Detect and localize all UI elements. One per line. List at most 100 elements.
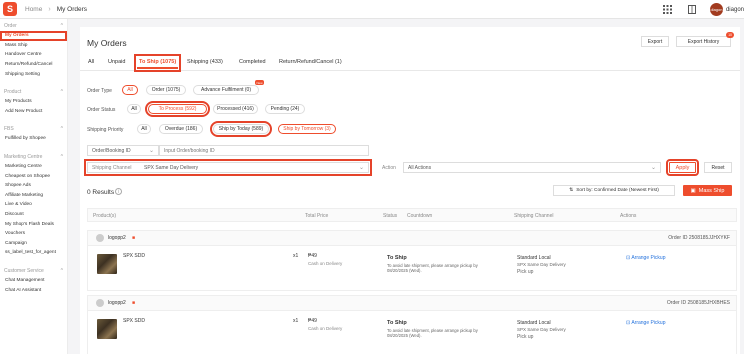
channel-name: Standard Local bbox=[517, 255, 551, 261]
user-avatar[interactable]: diagon bbox=[709, 3, 723, 16]
sidebar-item-cheapest-on-shopee[interactable]: Cheapest on Shopee bbox=[0, 171, 67, 181]
sidebar-item-my-orders[interactable]: My Orders bbox=[0, 31, 67, 41]
sidebar-item-flash-deals[interactable]: My Shop's Flash Deals bbox=[0, 219, 67, 229]
product-thumbnail[interactable] bbox=[97, 319, 117, 339]
order-card: logopp2 ■ Order ID 2508185JHXBHES SPX SD… bbox=[87, 295, 737, 354]
shipping-priority-overdue[interactable]: Overdue (186) bbox=[159, 124, 203, 134]
apps-grid-icon[interactable] bbox=[662, 4, 674, 16]
sidebar-section-title: Customer Service bbox=[4, 267, 44, 274]
product-quantity: x1 bbox=[293, 318, 299, 324]
shopee-logo-icon[interactable]: S bbox=[3, 2, 17, 16]
sidebar-item-campaign[interactable]: Campaign bbox=[0, 239, 67, 249]
sidebar-item-return-refund-cancel[interactable]: Return/Refund/Cancel bbox=[0, 60, 67, 70]
new-badge: New bbox=[254, 80, 264, 85]
tab-to-ship[interactable]: To Ship (1075) bbox=[133, 54, 182, 72]
sidebar-section-product[interactable]: Product ^ bbox=[0, 85, 67, 97]
order-card-header: logopp2 ■ Order ID 2508185JHXBHES bbox=[88, 296, 736, 311]
payment-method: Cash on Delivery bbox=[308, 326, 343, 331]
apply-button[interactable]: Apply bbox=[666, 159, 699, 176]
search-type-select[interactable]: Order/Booking ID ⌄ bbox=[87, 145, 159, 156]
book-icon[interactable] bbox=[686, 4, 698, 16]
tab-unpaid[interactable]: Unpaid bbox=[106, 57, 127, 67]
chevron-up-icon: ^ bbox=[60, 153, 63, 160]
sidebar: Order ^ My Orders Mass Ship Handover Cent… bbox=[0, 19, 68, 354]
order-status-pending[interactable]: Pending (24) bbox=[265, 104, 305, 114]
sidebar-item-add-new-product[interactable]: Add New Product bbox=[0, 107, 67, 117]
arrange-pickup-link[interactable]: ⊡ Arrange Pickup bbox=[626, 320, 666, 326]
sidebar-item-shipping-setting[interactable]: Shipping Setting bbox=[0, 69, 67, 79]
channel-method: Pick up bbox=[517, 269, 534, 275]
reset-button[interactable]: Reset bbox=[704, 162, 732, 173]
sidebar-item-vouchers[interactable]: Vouchers bbox=[0, 229, 67, 239]
tab-return-refund-cancel[interactable]: Return/Refund/Cancel (1) bbox=[277, 57, 344, 67]
shipping-channel-label: Shipping Channel bbox=[92, 164, 132, 171]
sidebar-item-marketing-centre[interactable]: Marketing Centre bbox=[0, 162, 67, 172]
tab-shipping[interactable]: Shipping (433) bbox=[185, 57, 225, 67]
tab-all[interactable]: All bbox=[86, 57, 96, 67]
sidebar-item-chat-ai-assistant[interactable]: Chat AI Assistant bbox=[0, 285, 67, 295]
order-card: logopp2 ■ Order ID 2508185JJHXYKF SPX SD… bbox=[87, 230, 737, 291]
shipping-priority-ship-by-today[interactable]: Ship by Today (589) bbox=[210, 121, 272, 137]
sort-button[interactable]: ⇅ Sort by: Confirmed Date (Newest First) bbox=[553, 185, 675, 196]
sidebar-section-title: FBS bbox=[4, 126, 14, 133]
buyer-name[interactable]: logopp2 bbox=[108, 235, 126, 241]
order-status-to-process[interactable]: To Process (592) bbox=[145, 101, 210, 117]
buyer-name[interactable]: logopp2 bbox=[108, 300, 126, 306]
sidebar-section-fbs[interactable]: FBS ^ bbox=[0, 122, 67, 134]
product-name[interactable]: SPX SDD bbox=[123, 253, 145, 259]
shipping-channel-select[interactable]: Shipping Channel SPX Same Day Delivery ⌄ bbox=[84, 159, 372, 176]
user-name[interactable]: diagon bbox=[726, 7, 744, 13]
order-id-search-input[interactable] bbox=[159, 145, 369, 156]
sidebar-item-handover-centre[interactable]: Handover Centre bbox=[0, 50, 67, 60]
mass-ship-button[interactable]: ▣ Mass Ship bbox=[683, 185, 732, 196]
status-note: To avoid late shipment, please arrange p… bbox=[387, 328, 478, 338]
order-type-order[interactable]: Order (1075) bbox=[146, 85, 186, 95]
sidebar-item-discount[interactable]: Discount bbox=[0, 210, 67, 220]
info-icon[interactable]: i bbox=[115, 188, 122, 195]
sidebar-section-customer-service[interactable]: Customer Service ^ bbox=[0, 264, 67, 276]
order-type-advance-fulfilment[interactable]: Advance Fulfilment (0) New bbox=[193, 80, 264, 95]
export-history-badge: 10 bbox=[726, 32, 734, 38]
sidebar-item-my-products[interactable]: My Products bbox=[0, 97, 67, 107]
sidebar-item-shopee-ads[interactable]: Shopee Ads bbox=[0, 181, 67, 191]
breadcrumb-current: My Orders bbox=[56, 5, 88, 13]
sidebar-section-marketing[interactable]: Marketing Centre ^ bbox=[0, 150, 67, 162]
arrange-pickup-link[interactable]: ⊡ Arrange Pickup bbox=[626, 255, 666, 261]
order-status-label: Order Status bbox=[87, 107, 116, 113]
chevron-down-icon: ⌄ bbox=[650, 165, 656, 171]
product-thumbnail[interactable] bbox=[97, 254, 117, 274]
column-header-products: Product(s) bbox=[93, 213, 117, 219]
column-header-total-price: Total Price bbox=[305, 213, 329, 219]
sidebar-section-order[interactable]: Order ^ bbox=[0, 19, 67, 31]
export-button[interactable]: Export bbox=[641, 36, 669, 47]
export-history-button[interactable]: Export History 10 bbox=[676, 32, 734, 47]
sidebar-item-ss-label-test[interactable]: ss_label_test_for_agent bbox=[0, 248, 67, 258]
chat-icon[interactable]: ■ bbox=[132, 235, 135, 241]
shipping-priority-all[interactable]: All bbox=[137, 124, 151, 134]
sidebar-item-mass-ship[interactable]: Mass Ship bbox=[0, 41, 67, 51]
sidebar-item-affiliate-marketing[interactable]: Affiliate Marketing bbox=[0, 191, 67, 201]
order-type-all[interactable]: All bbox=[122, 85, 138, 95]
action-select[interactable]: All Actions ⌄ bbox=[403, 162, 661, 173]
breadcrumb-separator: › bbox=[48, 5, 51, 13]
chevron-up-icon: ^ bbox=[60, 267, 63, 274]
shipping-priority-ship-by-tomorrow[interactable]: Ship by Tomorrow (3) bbox=[278, 124, 336, 134]
chevron-up-icon: ^ bbox=[60, 126, 63, 133]
breadcrumb-home[interactable]: Home bbox=[25, 6, 42, 13]
payment-method: Cash on Delivery bbox=[308, 261, 343, 266]
sidebar-item-chat-management[interactable]: Chat Management bbox=[0, 276, 67, 286]
sidebar-item-fulfilled-by-shopee[interactable]: Fulfilled by Shopee bbox=[0, 134, 67, 144]
sort-label: Sort by: Confirmed Date (Newest First) bbox=[576, 188, 659, 193]
sidebar-item-live-video[interactable]: Live & Video bbox=[0, 200, 67, 210]
order-type-label: Order Type bbox=[87, 88, 112, 94]
chat-icon[interactable]: ■ bbox=[132, 300, 135, 306]
tab-completed[interactable]: Completed bbox=[237, 57, 268, 67]
order-status-processed[interactable]: Processed (416) bbox=[213, 104, 258, 114]
shipping-priority-label: Shipping Priority bbox=[87, 127, 124, 133]
order-card-header: logopp2 ■ Order ID 2508185JJHXYKF bbox=[88, 231, 736, 246]
chevron-up-icon: ^ bbox=[60, 88, 63, 95]
table-header: Product(s) Total Price Status Countdown … bbox=[87, 208, 737, 222]
order-id: Order ID 2508185JJHXYKF bbox=[668, 235, 730, 241]
product-name[interactable]: SPX SDD bbox=[123, 318, 145, 324]
order-status-all[interactable]: All bbox=[127, 104, 141, 114]
